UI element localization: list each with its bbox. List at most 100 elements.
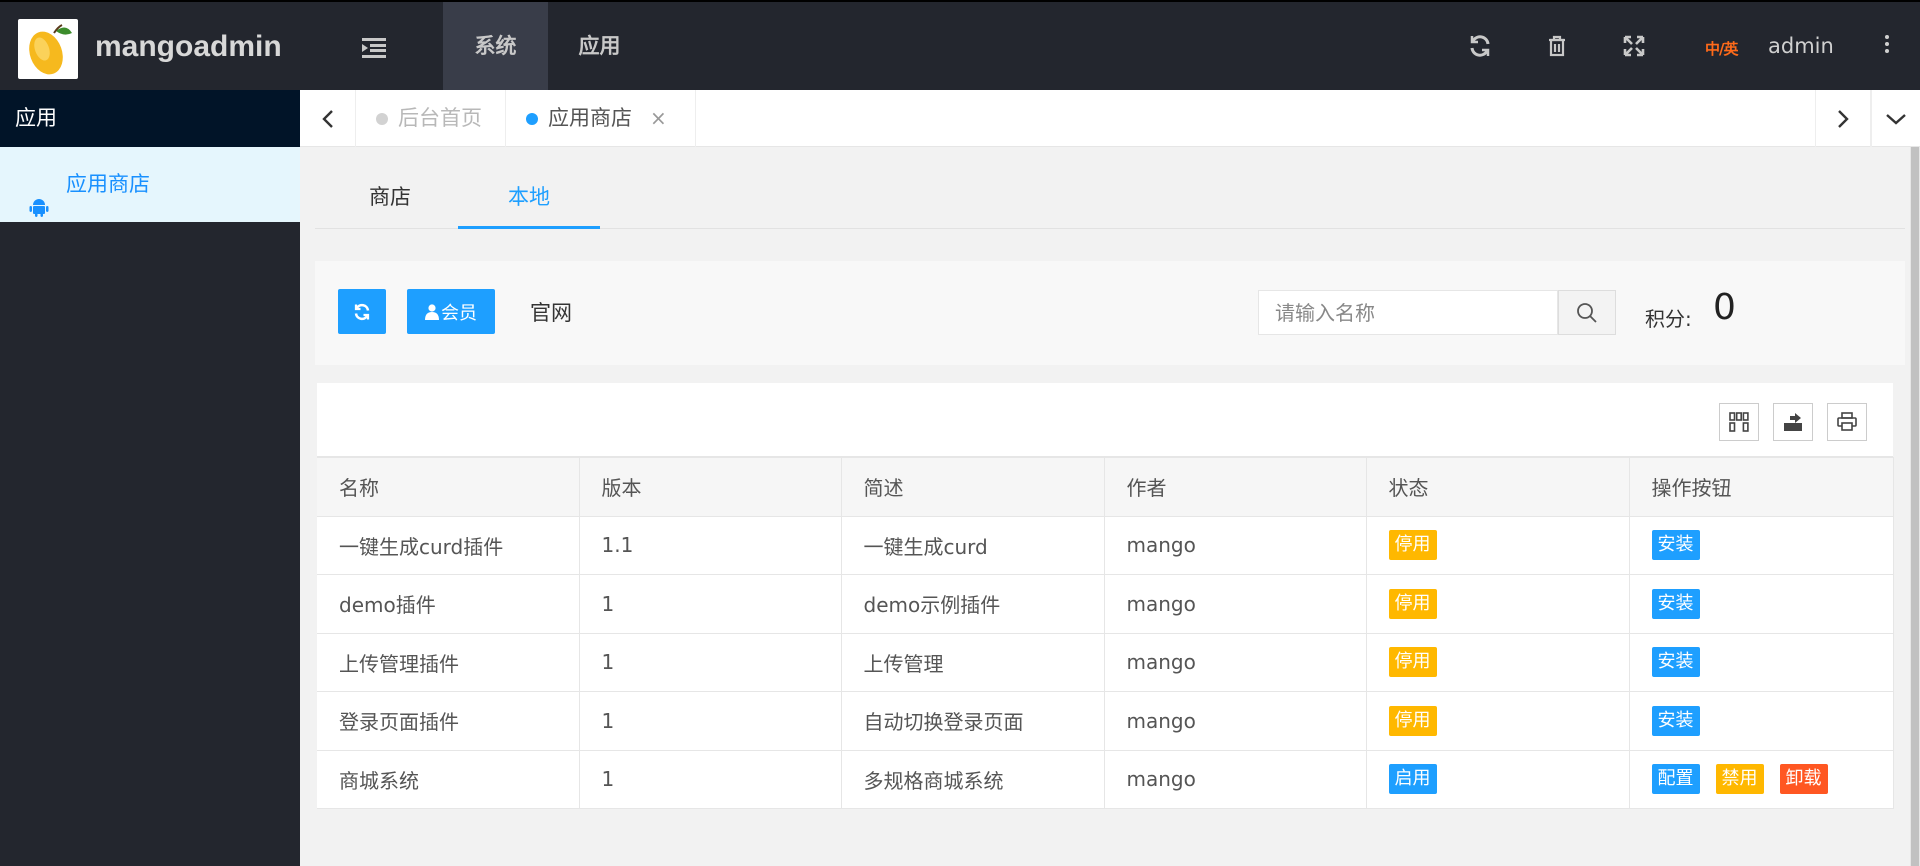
cell-actions: 安装: [1628, 515, 1894, 575]
tabs-dropdown-icon[interactable]: [1871, 90, 1920, 147]
member-button[interactable]: 会员: [407, 289, 495, 334]
main-content: 商店 本地 会员 官网 积分: 0: [300, 147, 1920, 866]
cell-actions: 安装: [1628, 691, 1894, 751]
print-icon[interactable]: [1827, 403, 1867, 441]
store-subtabs: 商店 本地: [315, 177, 1905, 229]
cell-status: 启用: [1365, 749, 1630, 809]
cell-name: demo插件: [317, 574, 580, 634]
cell-actions: 安装: [1628, 574, 1894, 634]
disable-button[interactable]: 禁用: [1715, 764, 1764, 795]
sidebar-title: 应用: [0, 90, 300, 147]
table-row: 上传管理插件 1 上传管理 mango 停用 安装: [317, 632, 1894, 692]
col-header-status: 状态: [1365, 457, 1630, 517]
tab-dot-icon: [376, 112, 388, 125]
cell-desc: 自动切换登录页面: [840, 691, 1105, 751]
points-value: 0: [1713, 287, 1736, 328]
status-badge[interactable]: 停用: [1388, 705, 1437, 736]
tab-local[interactable]: 本地: [458, 177, 600, 229]
cell-desc: 多规格商城系统: [840, 749, 1105, 809]
sidebar-item-label: 应用商店: [66, 172, 150, 196]
search-button[interactable]: [1558, 290, 1616, 335]
refresh-button[interactable]: [338, 289, 386, 334]
user-name[interactable]: admin: [1768, 34, 1834, 58]
cell-status: 停用: [1365, 574, 1630, 634]
cell-desc: demo示例插件: [840, 574, 1105, 634]
col-header-desc: 简述: [840, 457, 1105, 517]
status-badge[interactable]: 停用: [1388, 647, 1437, 678]
trash-icon[interactable]: [1545, 34, 1569, 58]
cell-name: 商城系统: [317, 749, 580, 809]
col-header-version: 版本: [578, 457, 842, 517]
table-header-row: 名称 版本 简述 作者 状态 操作按钮: [317, 457, 1894, 517]
nav-system[interactable]: 系统: [443, 2, 548, 90]
cell-version: 1: [578, 749, 842, 809]
official-site-link[interactable]: 官网: [530, 297, 572, 327]
cell-status: 停用: [1365, 632, 1630, 692]
refresh-icon[interactable]: [1468, 34, 1492, 58]
search-icon: [1577, 302, 1597, 323]
cell-name: 登录页面插件: [317, 691, 580, 751]
nav-application[interactable]: 应用: [548, 2, 651, 90]
search-input[interactable]: [1258, 290, 1558, 335]
tab-label: 后台首页: [398, 106, 482, 130]
tab-shop[interactable]: 商店: [340, 177, 440, 229]
top-header: mangoadmin 系统 应用 中/英 admin: [0, 0, 1920, 90]
tab-dot-icon: [526, 112, 538, 125]
cell-status: 停用: [1365, 515, 1630, 575]
cell-author: mango: [1103, 515, 1367, 575]
install-button[interactable]: 安装: [1651, 647, 1700, 678]
columns-filter-icon[interactable]: [1719, 403, 1759, 441]
col-header-author: 作者: [1103, 457, 1367, 517]
cell-author: mango: [1103, 691, 1367, 751]
tabs-next-icon[interactable]: [1815, 90, 1871, 147]
menu-toggle-icon[interactable]: [362, 37, 388, 59]
install-button[interactable]: 安装: [1651, 588, 1700, 619]
member-label: 会员: [441, 302, 477, 324]
tab-dashboard[interactable]: 后台首页: [356, 90, 506, 147]
cell-actions: 安装: [1628, 632, 1894, 692]
plugin-table-panel: 名称 版本 简述 作者 状态 操作按钮 一键生成curd插件 1.1 一键生成c…: [317, 383, 1894, 809]
scrollbar-thumb[interactable]: [1911, 147, 1919, 866]
cell-author: mango: [1103, 632, 1367, 692]
table-tools: [317, 383, 1893, 457]
table-row: 登录页面插件 1 自动切换登录页面 mango 停用 安装: [317, 691, 1894, 751]
tabs-prev-icon[interactable]: [300, 90, 356, 147]
configure-button[interactable]: 配置: [1651, 764, 1700, 795]
fullscreen-icon[interactable]: [1622, 34, 1646, 58]
cell-version: 1.1: [578, 515, 842, 575]
plugin-table: 名称 版本 简述 作者 状态 操作按钮 一键生成curd插件 1.1 一键生成c…: [317, 457, 1894, 809]
table-row: 商城系统 1 多规格商城系统 mango 启用 配置 禁用 卸载: [317, 749, 1894, 809]
uninstall-button[interactable]: 卸载: [1779, 764, 1828, 795]
install-button[interactable]: 安装: [1651, 705, 1700, 736]
android-icon: [28, 174, 50, 217]
col-header-actions: 操作按钮: [1628, 457, 1894, 517]
cell-name: 一键生成curd插件: [317, 515, 580, 575]
tab-app-store[interactable]: 应用商店 ×: [506, 90, 696, 147]
mango-logo: [18, 19, 78, 79]
sidebar-item-app-store[interactable]: 应用商店: [0, 147, 300, 222]
refresh-icon: [354, 303, 370, 320]
close-icon[interactable]: ×: [650, 90, 667, 147]
toolbar-panel: 会员 官网 积分: 0: [315, 261, 1905, 365]
cell-version: 1: [578, 691, 842, 751]
cell-actions: 配置 禁用 卸载: [1628, 749, 1894, 809]
export-icon[interactable]: [1773, 403, 1813, 441]
status-badge[interactable]: 停用: [1388, 588, 1437, 619]
cell-author: mango: [1103, 749, 1367, 809]
brand-name: mangoadmin: [95, 30, 282, 63]
tab-label: 应用商店: [548, 106, 632, 130]
status-badge[interactable]: 启用: [1388, 764, 1437, 795]
sidebar: 应用 应用商店: [0, 90, 300, 866]
language-switch[interactable]: 中/英: [1705, 38, 1738, 59]
col-header-name: 名称: [317, 457, 580, 517]
more-vertical-icon[interactable]: [1880, 32, 1894, 62]
scrollbar[interactable]: [1910, 147, 1920, 866]
cell-desc: 上传管理: [840, 632, 1105, 692]
page-tabs-bar: 后台首页 应用商店 ×: [300, 90, 1920, 147]
cell-desc: 一键生成curd: [840, 515, 1105, 575]
status-badge[interactable]: 停用: [1388, 530, 1437, 561]
install-button[interactable]: 安装: [1651, 530, 1700, 561]
table-row: 一键生成curd插件 1.1 一键生成curd mango 停用 安装: [317, 515, 1894, 575]
table-row: demo插件 1 demo示例插件 mango 停用 安装: [317, 574, 1894, 634]
cell-name: 上传管理插件: [317, 632, 580, 692]
